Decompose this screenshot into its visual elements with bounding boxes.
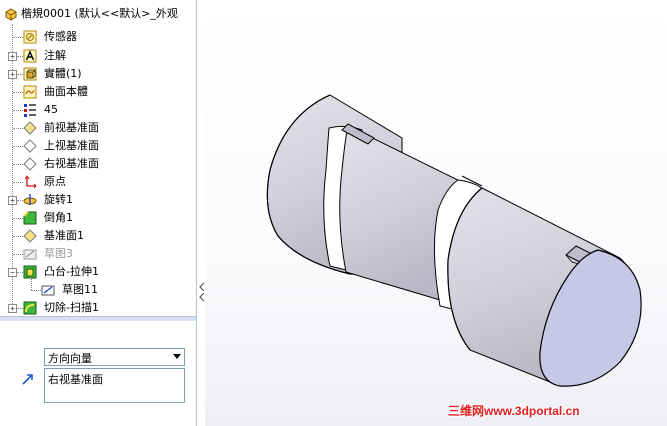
tree-item-label: 旋转1 xyxy=(44,193,73,206)
cut-sweep-icon xyxy=(23,301,37,315)
feature-tree: 楷規0001 (默认<<默认>_外观 传感器 + 注解 + 實體(1) 曲面本體… xyxy=(0,0,196,318)
tree-item-datum-plane[interactable]: 基准面1 xyxy=(0,227,196,245)
expand-toggle[interactable]: + xyxy=(8,70,17,79)
direction-list-item[interactable]: 右视基准面 xyxy=(48,371,181,387)
tree-item-origin[interactable]: 原点 xyxy=(0,173,196,191)
direction-dropdown-value: 方向向量 xyxy=(48,352,92,365)
revolve-icon xyxy=(23,194,37,205)
expand-toggle[interactable]: + xyxy=(8,52,17,61)
tree-item-sketch3[interactable]: 草图3 xyxy=(0,245,196,263)
tree-item-sketch11[interactable]: 草图11 xyxy=(0,275,196,299)
annotation-icon xyxy=(23,49,37,63)
tree-item-label: 传感器 xyxy=(44,30,77,43)
plane-icon xyxy=(23,139,37,153)
tree-item-label: 實體(1) xyxy=(44,67,82,80)
surface-bodies-icon xyxy=(23,85,37,99)
chevron-down-icon[interactable] xyxy=(173,354,181,359)
origin-icon xyxy=(24,175,37,189)
feature-manager-panel: 楷規0001 (默认<<默认>_外观 传感器 + 注解 + 實體(1) 曲面本體… xyxy=(0,0,197,426)
sketch-icon xyxy=(41,285,55,296)
graphics-viewport[interactable] xyxy=(205,0,667,426)
collapse-toggle[interactable]: − xyxy=(8,268,17,277)
plane-icon xyxy=(23,121,37,135)
tree-item-label: 45 xyxy=(44,103,58,116)
solid-bodies-icon xyxy=(23,67,37,81)
tree-item-label: 前视基准面 xyxy=(44,121,99,134)
tree-item-label: 切除-扫描1 xyxy=(44,301,99,314)
plane-icon xyxy=(23,229,37,243)
tree-item-label: 右视基准面 xyxy=(44,157,99,170)
tree-root-label: 楷規0001 (默认<<默认>_外观 xyxy=(21,7,178,20)
tree-item-cut-sweep[interactable]: + 切除-扫描1 xyxy=(0,299,196,317)
tree-root-row[interactable]: 楷規0001 (默认<<默认>_外观 xyxy=(0,5,196,23)
tree-item-label: 凸台-拉伸1 xyxy=(44,265,99,278)
watermark-text: 三维网www.3dportal.cn xyxy=(448,404,580,418)
tree-item-label: 基准面1 xyxy=(44,229,84,242)
3d-model-shaft[interactable] xyxy=(205,0,667,426)
tree-item-sensors[interactable]: 传感器 xyxy=(0,28,196,46)
expand-toggle[interactable]: + xyxy=(8,196,17,205)
tree-item-revolve[interactable]: + 旋转1 xyxy=(0,191,196,209)
tree-item-label: 草图11 xyxy=(62,283,98,296)
direction-dropdown[interactable]: 方向向量 xyxy=(44,348,185,366)
tree-item-right-plane[interactable]: 右视基准面 xyxy=(0,155,196,173)
tree-item-label: 原点 xyxy=(44,175,66,188)
tree-item-label: 倒角1 xyxy=(44,211,73,224)
chamfer-icon xyxy=(23,211,37,225)
tree-item-top-plane[interactable]: 上视基准面 xyxy=(0,137,196,155)
tree-item-boss-extrude[interactable]: − 凸台-拉伸1 xyxy=(0,263,196,281)
tree-item-solid-bodies[interactable]: + 實體(1) xyxy=(0,65,196,83)
property-manager: 方向向量 右视基准面 xyxy=(0,321,196,426)
tree-item-annotations[interactable]: + 注解 xyxy=(0,47,196,65)
tree-item-material[interactable]: 45 xyxy=(0,101,196,119)
plane-icon xyxy=(23,157,37,171)
extrude-icon xyxy=(23,265,37,279)
tree-item-label: 草图3 xyxy=(44,247,73,260)
tree-item-label: 上视基准面 xyxy=(44,139,99,152)
direction-selection-list[interactable]: 右视基准面 xyxy=(44,368,185,403)
tree-item-chamfer[interactable]: 倒角1 xyxy=(0,209,196,227)
tree-item-label: 注解 xyxy=(44,49,66,62)
part-icon xyxy=(5,8,17,21)
direction-arrow-icon xyxy=(22,374,33,385)
expand-toggle[interactable]: + xyxy=(8,304,17,313)
tree-item-surface-bodies[interactable]: 曲面本體 xyxy=(0,83,196,101)
material-icon xyxy=(24,104,36,117)
tree-item-label: 曲面本體 xyxy=(44,85,88,98)
tree-item-front-plane[interactable]: 前视基准面 xyxy=(0,119,196,137)
sensor-folder-icon xyxy=(23,30,37,44)
sketch-icon xyxy=(23,249,37,260)
